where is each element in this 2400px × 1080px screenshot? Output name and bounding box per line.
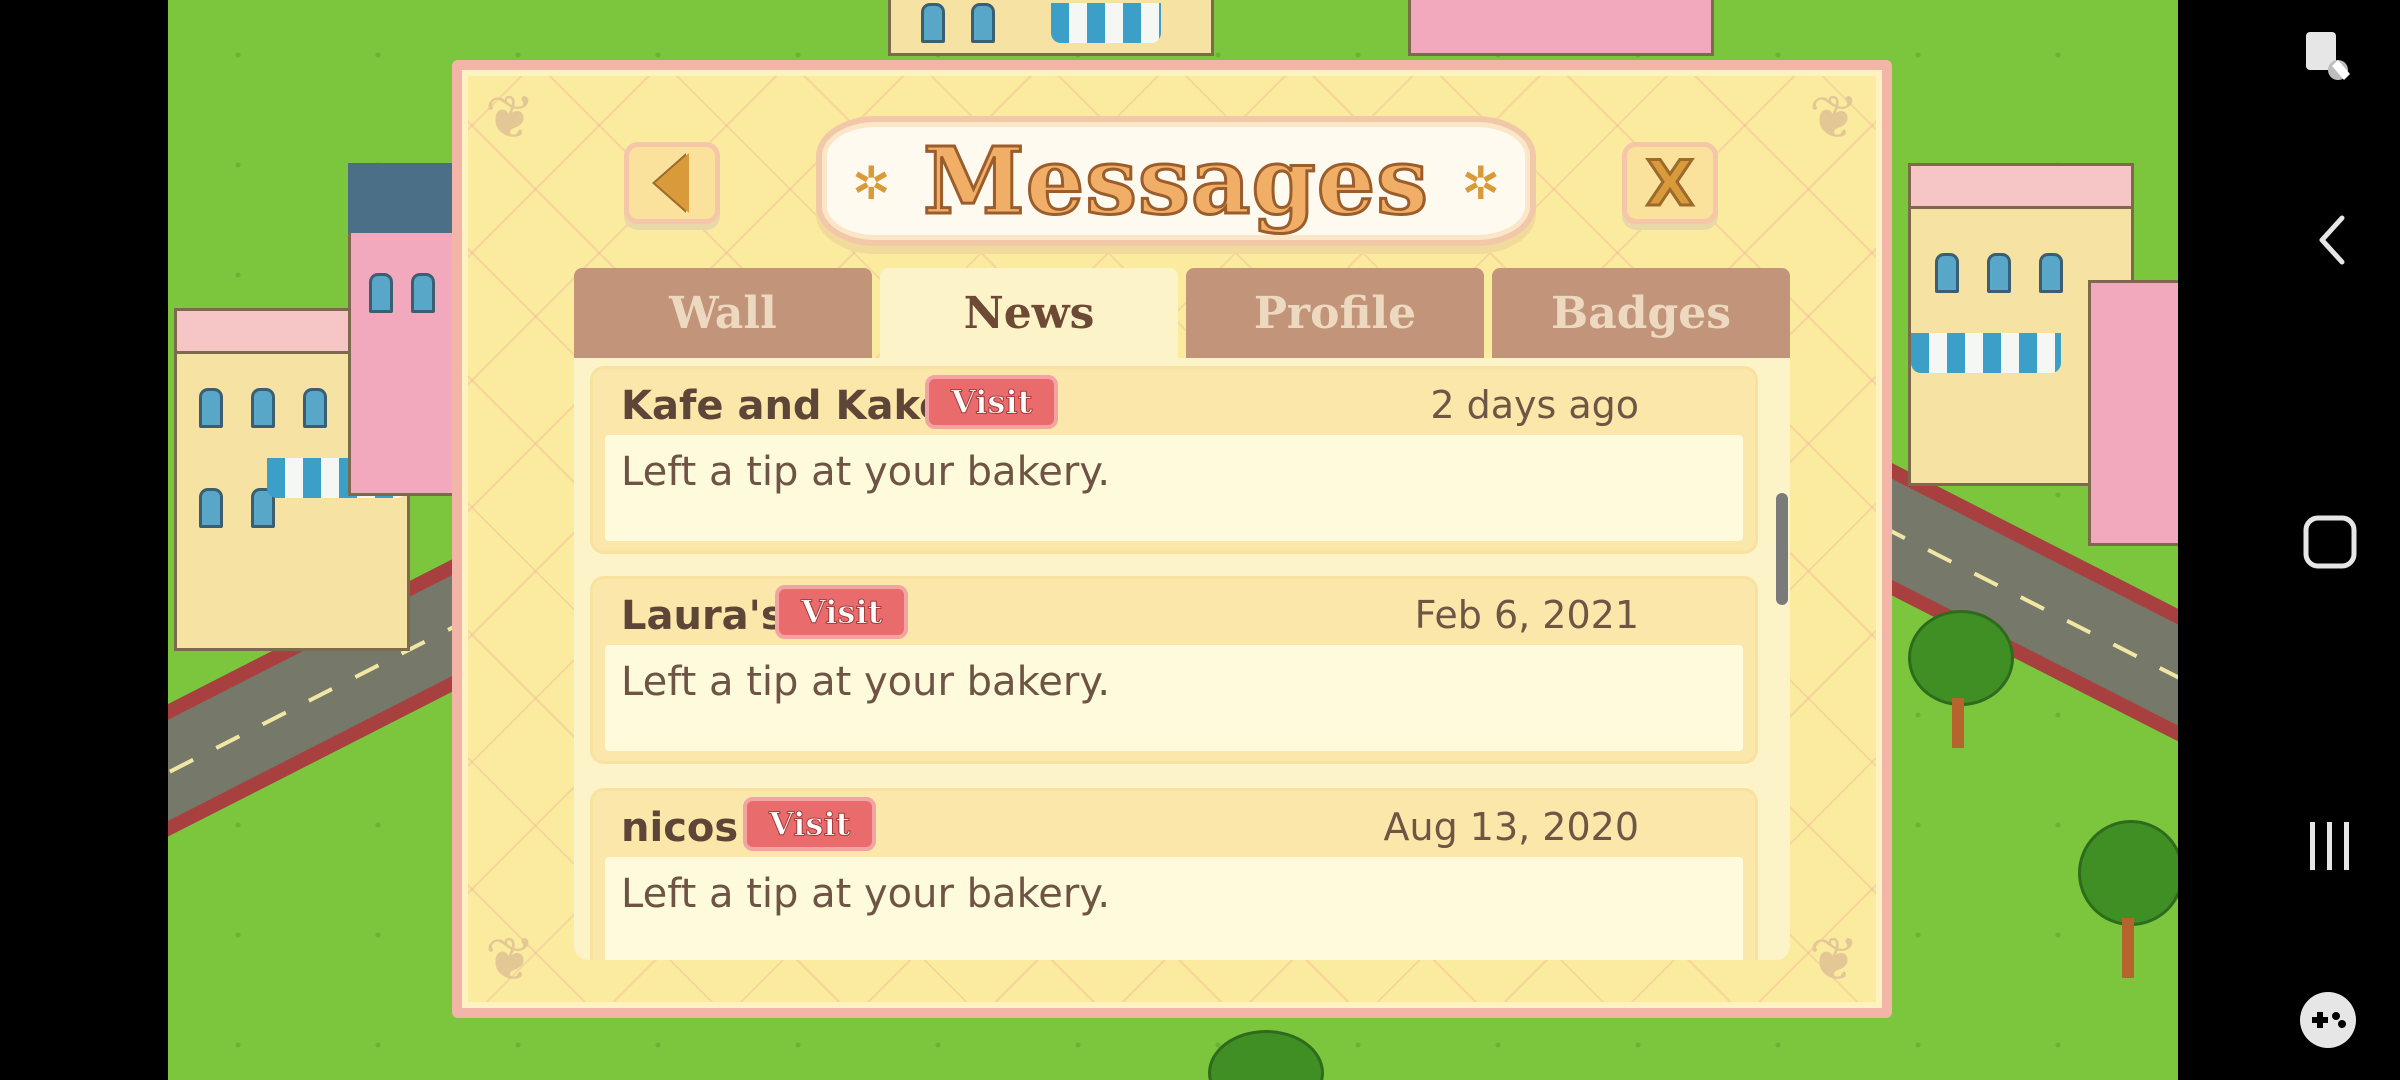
sender-name: Laura's	[621, 593, 785, 639]
tab-bar: Wall News Profile Badges	[574, 268, 1790, 358]
messages-dialog: ❦ ❦ ❦ ❦ ✲ Messages ✲ X Wall News Profile…	[452, 60, 1892, 1018]
flourish-right-icon: ✲	[1461, 156, 1500, 210]
title-banner: ✲ Messages ✲	[816, 116, 1536, 246]
tab-news[interactable]: News	[880, 268, 1178, 358]
back-button[interactable]	[624, 142, 720, 224]
list-scrollbar[interactable]	[1776, 493, 1788, 605]
visit-button[interactable]: Visit	[775, 585, 909, 639]
building-left-pink	[348, 163, 464, 496]
corner-ornament: ❦	[484, 925, 536, 995]
close-icon: X	[1645, 145, 1696, 221]
visit-button[interactable]: Visit	[925, 375, 1059, 429]
visit-button[interactable]: Visit	[743, 797, 877, 851]
tab-wall[interactable]: Wall	[574, 268, 872, 358]
news-list[interactable]: Kafe and Kake Visit 2 days ago Left a ti…	[574, 358, 1790, 960]
tab-badges[interactable]: Badges	[1492, 268, 1790, 358]
message-text: Left a tip at your bakery.	[621, 871, 1111, 917]
building-top-center	[888, 0, 1214, 56]
flourish-left-icon: ✲	[852, 156, 891, 210]
list-item: Laura's Visit Feb 6, 2021 Left a tip at …	[590, 576, 1758, 764]
message-date: Feb 6, 2021	[1414, 593, 1639, 637]
message-text: Left a tip at your bakery.	[621, 659, 1111, 705]
list-item: nicos Visit Aug 13, 2020 Left a tip at y…	[590, 788, 1758, 960]
sender-name: nicos	[621, 805, 739, 851]
list-item: Kafe and Kake Visit 2 days ago Left a ti…	[590, 366, 1758, 554]
message-text: Left a tip at your bakery.	[621, 449, 1111, 495]
close-button[interactable]: X	[1622, 142, 1718, 224]
corner-ornament: ❦	[484, 83, 536, 153]
tab-profile[interactable]: Profile	[1186, 268, 1484, 358]
corner-ornament: ❦	[1808, 925, 1860, 995]
screen-touch-icon[interactable]	[2302, 30, 2358, 90]
sender-name: Kafe and Kake	[621, 383, 947, 429]
building-right-pink	[2088, 280, 2178, 546]
message-body: Left a tip at your bakery.	[605, 435, 1743, 541]
back-arrow-icon	[655, 153, 689, 213]
system-nav-bar	[2178, 0, 2400, 1080]
corner-ornament: ❦	[1808, 83, 1860, 153]
message-date: 2 days ago	[1430, 383, 1639, 427]
message-date: Aug 13, 2020	[1383, 805, 1640, 849]
message-body: Left a tip at your bakery.	[605, 857, 1743, 960]
dialog-title: Messages	[921, 127, 1430, 235]
building-top-right	[1408, 0, 1714, 56]
recents-icon[interactable]	[2306, 818, 2354, 878]
game-tools-icon[interactable]	[2298, 990, 2358, 1054]
message-body: Left a tip at your bakery.	[605, 645, 1743, 751]
home-icon[interactable]	[2302, 514, 2358, 574]
back-arrow-icon[interactable]	[2314, 212, 2350, 272]
